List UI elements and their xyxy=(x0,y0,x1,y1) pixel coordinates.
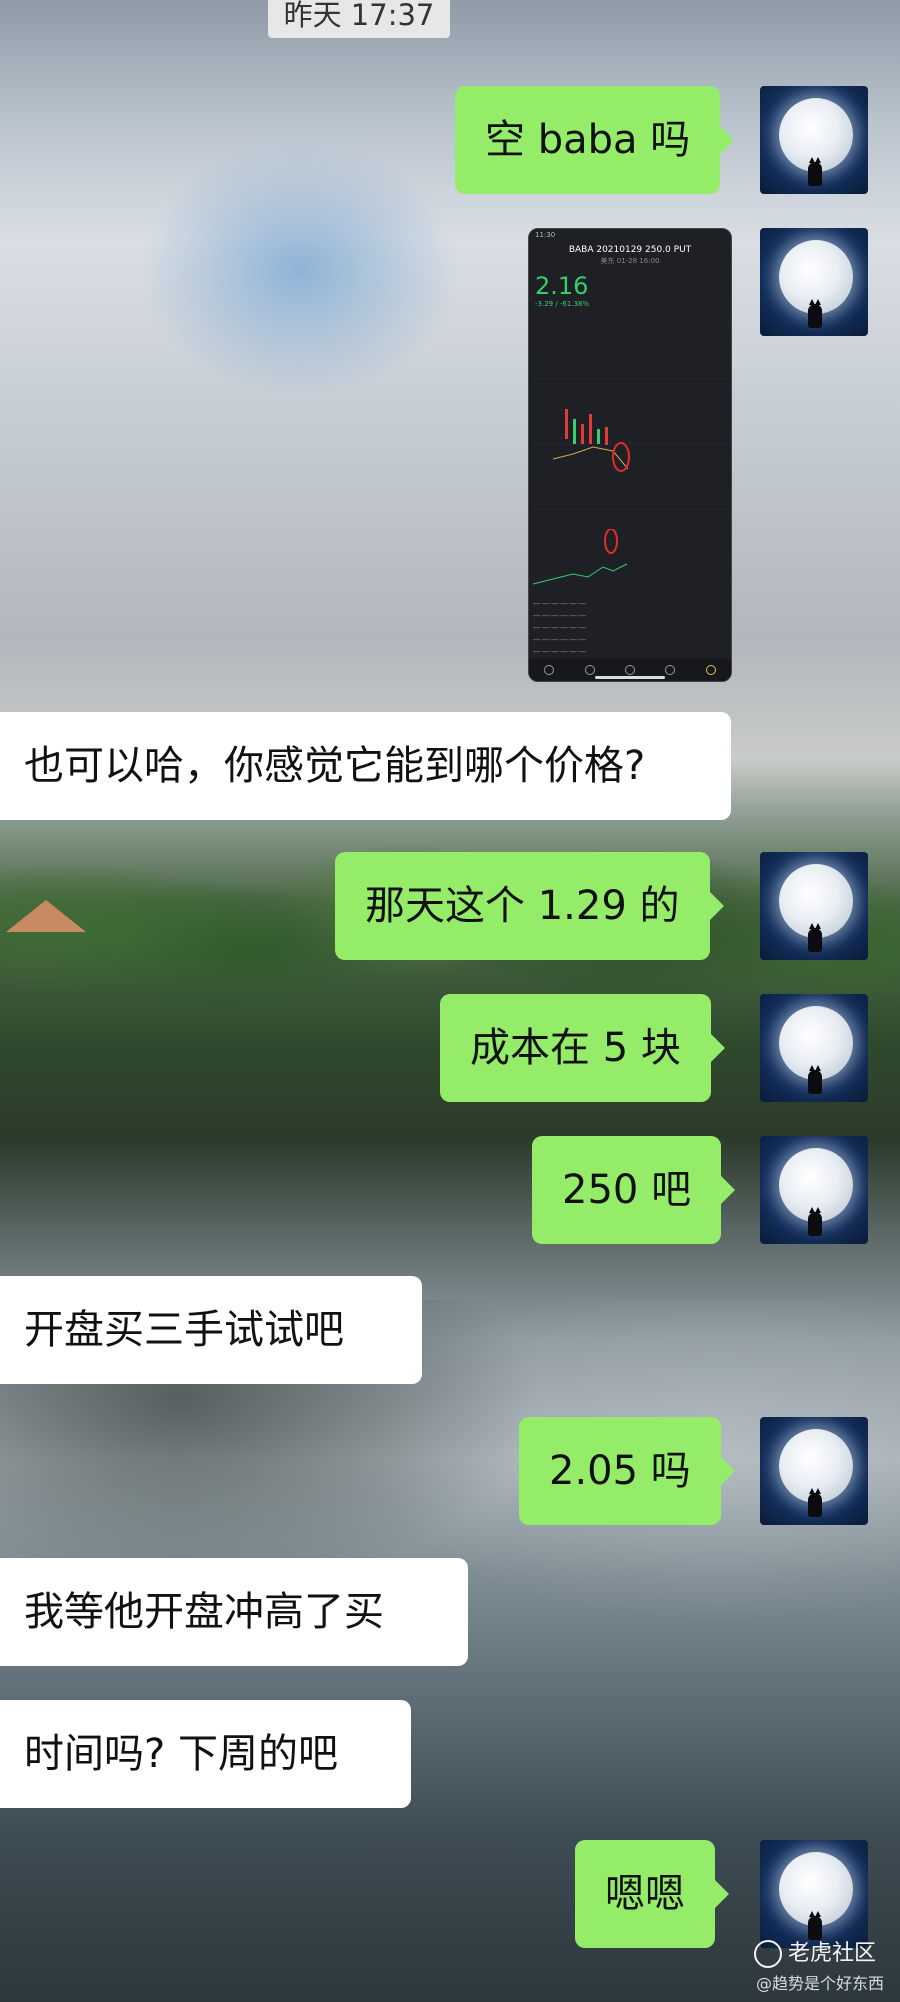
status-bar: 11:30 xyxy=(535,231,556,239)
background-sky xyxy=(140,140,460,400)
message-bubble[interactable]: 嗯嗯 xyxy=(575,1840,729,1948)
quote-price: 2.16 xyxy=(535,272,589,300)
volume-chart xyxy=(533,529,628,585)
avatar[interactable] xyxy=(760,1136,868,1244)
watermark-brand: 老虎社区 xyxy=(754,1935,876,1968)
message-bubble[interactable]: 也可以哈，你感觉它能到哪个价格? xyxy=(0,712,731,820)
cat-silhouette-icon xyxy=(808,299,822,328)
tab-icon xyxy=(665,665,676,675)
message-bubble[interactable]: 开盘买三手试试吧 xyxy=(0,1276,422,1384)
cat-silhouette-icon xyxy=(808,1207,822,1236)
tab-icon xyxy=(705,665,716,675)
cat-silhouette-icon xyxy=(808,157,822,186)
tab-icon xyxy=(544,665,555,675)
quote-change: -3.29 / -61.38% xyxy=(535,300,590,308)
watermark-brand-text: 老虎社区 xyxy=(788,1941,877,1966)
avatar[interactable] xyxy=(760,228,868,336)
avatar[interactable] xyxy=(760,86,868,194)
watermark-handle: @趋势是个好东西 xyxy=(756,1974,885,1993)
cat-silhouette-icon xyxy=(808,923,822,952)
home-indicator xyxy=(595,676,665,679)
quote-stats: ── ── ── ── ── ── ── ── ── ── ── ── ── ── … xyxy=(533,601,586,656)
message-bubble[interactable]: 2.05 吗 xyxy=(519,1417,735,1525)
quote-title: BABA 20210129 250.0 PUT xyxy=(568,245,692,255)
message-bubble[interactable]: 250 吧 xyxy=(532,1136,736,1244)
avatar[interactable] xyxy=(760,852,868,960)
avatar[interactable] xyxy=(760,994,868,1102)
message-bubble[interactable]: 成本在 5 块 xyxy=(440,994,725,1102)
cat-silhouette-icon xyxy=(808,1488,822,1517)
shared-image[interactable]: 11:30 BABA 20210129 250.0 PUT 美东 01-28 1… xyxy=(528,228,732,682)
cat-silhouette-icon xyxy=(808,1065,822,1094)
message-bubble[interactable]: 空 baba 吗 xyxy=(455,86,735,194)
chat-timestamp: 昨天 17:37 xyxy=(268,0,450,38)
tab-icon xyxy=(584,665,595,675)
quote-subtitle: 美东 01-28 16:00 xyxy=(600,257,660,265)
tiger-logo-icon xyxy=(754,1940,782,1968)
tab-icon xyxy=(624,665,635,675)
candlestick-chart xyxy=(533,378,727,510)
avatar[interactable] xyxy=(760,1840,868,1948)
message-bubble[interactable]: 时间吗? 下周的吧 xyxy=(0,1700,411,1808)
message-bubble[interactable]: 那天这个 1.29 的 xyxy=(335,852,723,960)
message-bubble[interactable]: 我等他开盘冲高了买 xyxy=(0,1558,468,1666)
avatar[interactable] xyxy=(760,1417,868,1525)
